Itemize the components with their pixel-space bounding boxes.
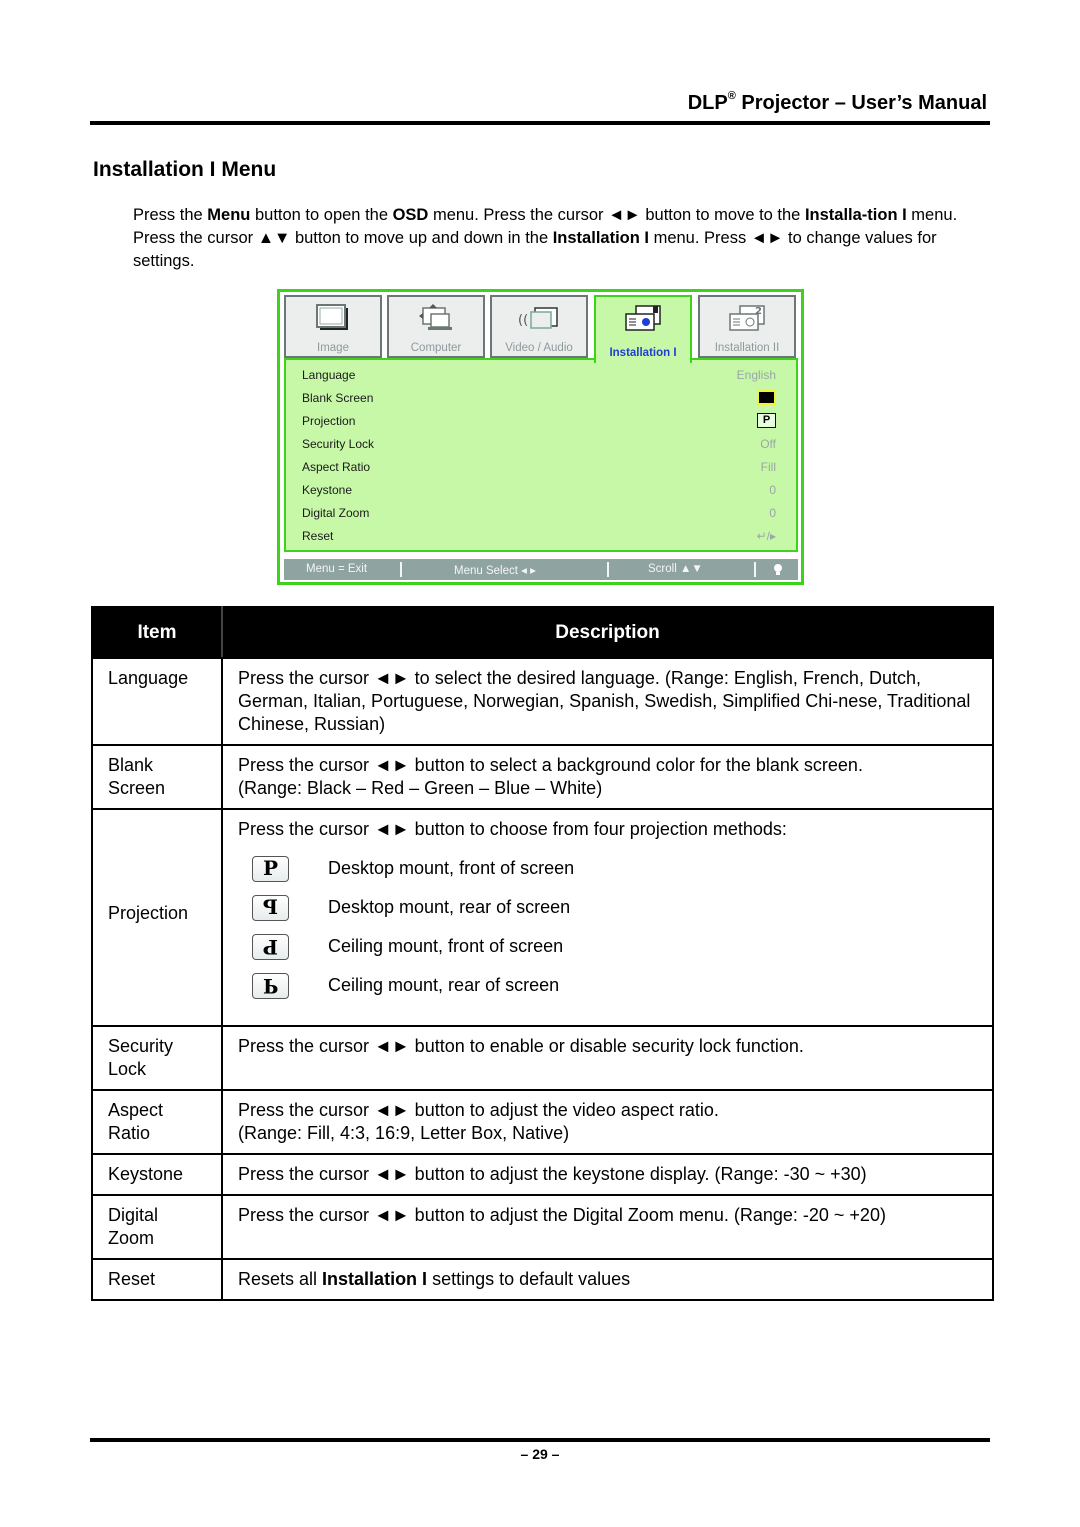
tab-label: Installation II bbox=[714, 342, 780, 354]
osd-row-security-lock[interactable]: Security Lock Off bbox=[302, 433, 776, 456]
lamp-icon bbox=[774, 564, 782, 575]
osd-value: Fill bbox=[760, 460, 776, 474]
tab-label: Computer bbox=[410, 342, 462, 354]
osd-value: 0 bbox=[769, 506, 776, 520]
osd-tab-image[interactable]: Image bbox=[284, 295, 382, 358]
table-row: Security Lock Press the cursor ◄► button… bbox=[91, 1025, 994, 1091]
description-cell: Press the cursor ◄► button to adjust the… bbox=[221, 1153, 994, 1196]
brand-name: DLP bbox=[687, 92, 728, 114]
item-cell: Security Lock bbox=[91, 1025, 223, 1091]
svg-text:((: (( bbox=[518, 313, 528, 328]
projection-option: P Ceiling mount, rear of screen bbox=[238, 966, 982, 1005]
computer-icon bbox=[419, 304, 452, 330]
projection-option: P Desktop mount, front of screen bbox=[238, 849, 982, 888]
osd-row-projection[interactable]: Projection P bbox=[302, 410, 776, 433]
manual-title: DLP® Projector – User’s Manual bbox=[687, 90, 987, 115]
osd-row-reset[interactable]: Reset ↵/▸ bbox=[302, 525, 776, 548]
item-cell: Aspect Ratio bbox=[91, 1089, 223, 1155]
osd-row-keystone[interactable]: Keystone 0 bbox=[302, 479, 776, 502]
osd-tab-computer[interactable]: Computer bbox=[387, 295, 485, 358]
page-number: – 29 – bbox=[520, 1446, 560, 1462]
video-audio-icon: (( bbox=[518, 307, 558, 329]
osd-tab-installation-1[interactable]: Installation I bbox=[594, 295, 692, 363]
osd-tab-bar: Image Computer (( Video / Audio Installa… bbox=[284, 295, 798, 363]
osd-row-blank-screen[interactable]: Blank Screen bbox=[302, 387, 776, 410]
osd-value: 0 bbox=[769, 483, 776, 497]
projection-rear-ceiling-icon: P bbox=[252, 972, 289, 999]
installation-1-icon bbox=[625, 305, 661, 331]
table-row: Keystone Press the cursor ◄► button to a… bbox=[91, 1153, 994, 1196]
description-cell: Press the cursor ◄► button to choose fro… bbox=[221, 808, 994, 1027]
table-row: Reset Resets all Installation I settings… bbox=[91, 1258, 994, 1301]
projection-front-ceiling-icon: P bbox=[252, 933, 289, 960]
header-rule bbox=[90, 121, 990, 125]
table-header-row: Item Description bbox=[91, 606, 994, 659]
projection-rear-desktop-icon: P bbox=[252, 894, 289, 921]
projection-option: P Ceiling mount, front of screen bbox=[238, 927, 982, 966]
installation-2-icon: 2 bbox=[729, 305, 765, 331]
menu-select-hint: Menu Select ◂ ▸ bbox=[454, 565, 536, 577]
menu-exit-hint: Menu = Exit bbox=[306, 563, 368, 575]
tab-label: Installation I bbox=[609, 347, 677, 359]
divider bbox=[400, 562, 402, 577]
divider bbox=[754, 562, 756, 577]
item-cell: Projection bbox=[91, 808, 223, 1027]
table-row: Aspect Ratio Press the cursor ◄► button … bbox=[91, 1089, 994, 1155]
projection-option: P Desktop mount, rear of screen bbox=[238, 888, 982, 927]
section-title: Installation I Menu bbox=[93, 158, 277, 181]
table-row: Blank Screen Press the cursor ◄► button … bbox=[91, 744, 994, 810]
tab-label: Image bbox=[317, 342, 349, 354]
description-cell: Press the cursor ◄► button to adjust the… bbox=[221, 1194, 994, 1260]
column-header-item: Item bbox=[91, 606, 223, 659]
table-row: Projection Press the cursor ◄► button to… bbox=[91, 808, 994, 1027]
table-row: Digital Zoom Press the cursor ◄► button … bbox=[91, 1194, 994, 1260]
registered-mark: ® bbox=[727, 90, 736, 102]
tab-label: Video / Audio bbox=[505, 342, 573, 354]
osd-tab-video-audio[interactable]: (( Video / Audio bbox=[490, 295, 588, 358]
osd-menu: Image Computer (( Video / Audio Installa… bbox=[277, 289, 804, 585]
manual-title-text: Projector – User’s Manual bbox=[735, 92, 987, 114]
osd-row-language[interactable]: Language English bbox=[302, 364, 776, 387]
table-row: Language Press the cursor ◄► to select t… bbox=[91, 657, 994, 746]
scroll-hint: Scroll ▲▼ bbox=[648, 563, 703, 575]
image-icon bbox=[316, 304, 348, 330]
item-cell: Reset bbox=[91, 1258, 223, 1301]
osd-row-digital-zoom[interactable]: Digital Zoom 0 bbox=[302, 502, 776, 525]
osd-value: English bbox=[736, 368, 776, 382]
black-swatch-icon bbox=[757, 390, 776, 405]
footer-rule bbox=[90, 1438, 990, 1442]
projection-front-desktop-icon: P bbox=[252, 855, 289, 882]
description-cell: Resets all Installation I settings to de… bbox=[221, 1258, 994, 1301]
item-cell: Digital Zoom bbox=[91, 1194, 223, 1260]
intro-paragraph: Press the Menu button to open the OSD me… bbox=[133, 206, 958, 270]
osd-tab-installation-2[interactable]: 2 Installation II bbox=[698, 295, 796, 358]
description-cell: Press the cursor ◄► button to select a b… bbox=[221, 744, 994, 810]
osd-row-aspect-ratio[interactable]: Aspect Ratio Fill bbox=[302, 456, 776, 479]
description-cell: Press the cursor ◄► to select the desire… bbox=[221, 657, 994, 746]
projection-options: P Desktop mount, front of screen P Desktop… bbox=[238, 849, 982, 1005]
item-cell: Keystone bbox=[91, 1153, 223, 1196]
settings-table: Item Description Language Press the curs… bbox=[91, 606, 994, 1301]
osd-settings-panel: Language English Blank Screen Projection P… bbox=[284, 358, 798, 552]
osd-value: Off bbox=[760, 437, 776, 451]
column-header-description: Description bbox=[221, 606, 994, 659]
item-cell: Language bbox=[91, 657, 223, 746]
description-cell: Press the cursor ◄► button to adjust the… bbox=[221, 1089, 994, 1155]
osd-status-bar: Menu = Exit Menu Select ◂ ▸ Scroll ▲▼ bbox=[284, 559, 798, 580]
item-cell: Blank Screen bbox=[91, 744, 223, 810]
projection-front-icon: P bbox=[757, 413, 776, 428]
description-cell: Press the cursor ◄► button to enable or … bbox=[221, 1025, 994, 1091]
enter-arrow-icon: ↵/▸ bbox=[756, 529, 776, 543]
divider bbox=[607, 562, 609, 577]
